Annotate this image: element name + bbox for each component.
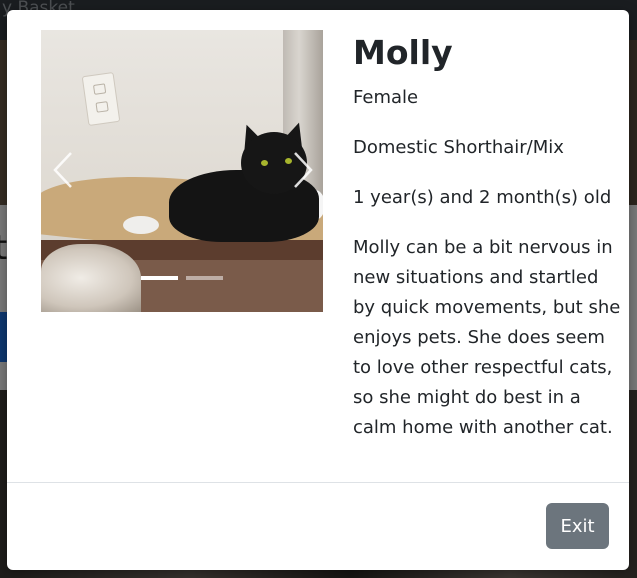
carousel-indicator-1[interactable] — [141, 276, 178, 280]
pet-name: Molly — [353, 33, 453, 72]
carousel-indicators — [41, 276, 323, 280]
carousel-indicator-2[interactable] — [186, 276, 223, 280]
pet-age: 1 year(s) and 2 month(s) old — [353, 187, 612, 208]
modal-body: Molly Female Domestic Shorthair/Mix 1 ye… — [7, 10, 629, 482]
exit-button[interactable]: Exit — [546, 503, 609, 549]
pet-description: Molly can be a bit nervous in new situat… — [353, 237, 621, 438]
carousel-prev-button[interactable] — [43, 140, 83, 200]
chevron-right-icon — [294, 152, 313, 188]
chevron-left-icon — [53, 152, 72, 188]
pet-sex: Female — [353, 87, 419, 108]
outlet-icon — [81, 72, 121, 126]
modal-footer-divider — [7, 482, 629, 483]
carousel-next-button[interactable] — [283, 140, 323, 200]
pet-photo-carousel — [41, 30, 323, 312]
pet-photo — [41, 30, 323, 312]
pet-details-modal: Molly Female Domestic Shorthair/Mix 1 ye… — [7, 10, 629, 570]
pet-details: Molly Female Domestic Shorthair/Mix 1 ye… — [353, 28, 625, 438]
pet-breed: Domestic Shorthair/Mix — [353, 137, 564, 158]
